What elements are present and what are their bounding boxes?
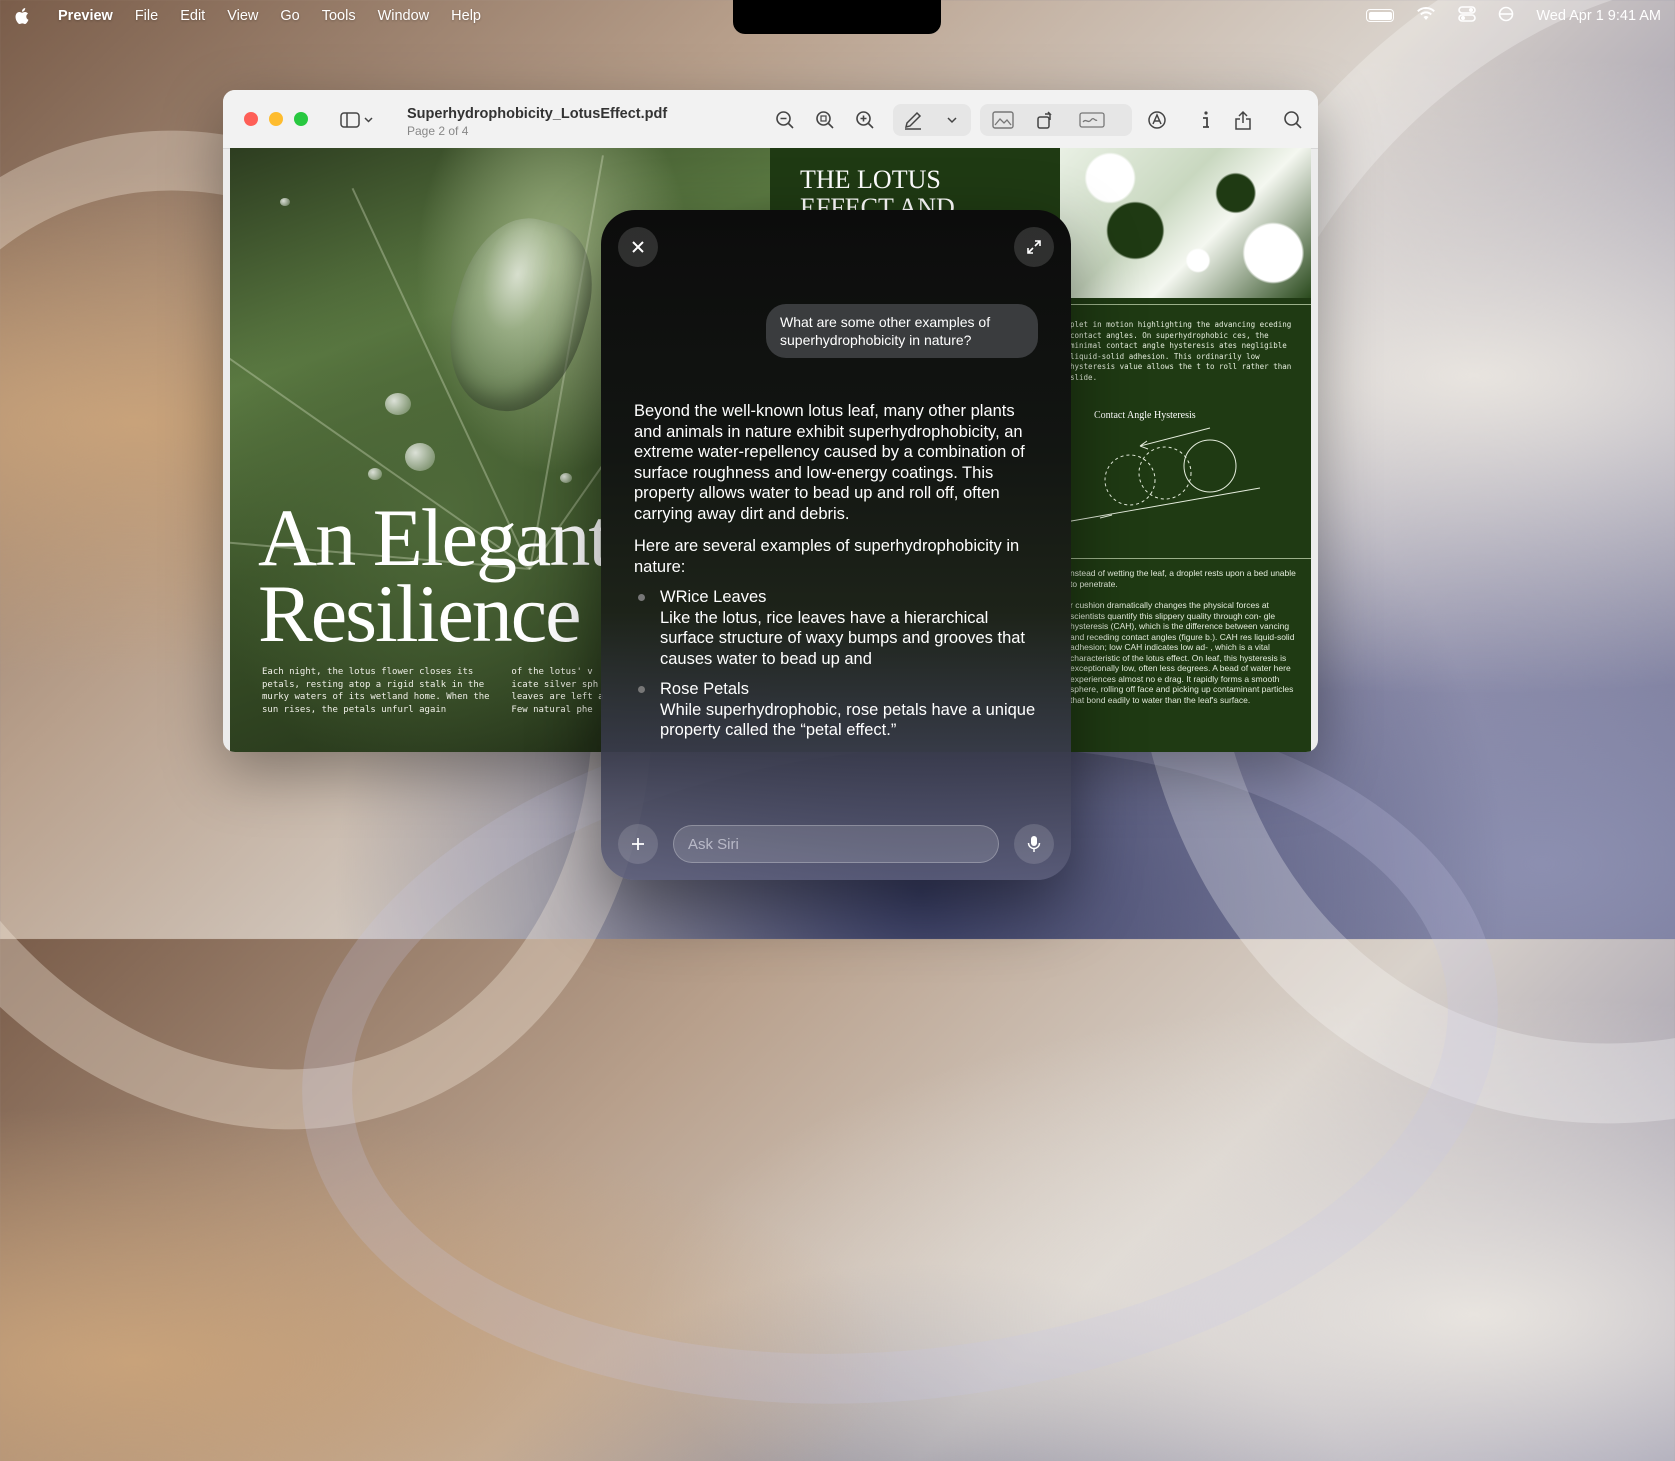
user-query-bubble: What are some other examples of superhyd… — [766, 304, 1038, 358]
chevron-down-icon — [363, 117, 373, 123]
menu-file[interactable]: File — [135, 8, 158, 24]
wifi-icon[interactable] — [1416, 6, 1436, 25]
body-text-top: plet in motion highlighting the advancin… — [1070, 320, 1292, 382]
camera-notch — [733, 0, 941, 34]
annotate-button[interactable] — [1140, 106, 1174, 134]
page-indicator: Page 2 of 4 — [407, 124, 469, 138]
image-adjust-icon — [992, 111, 1014, 129]
focus-icon[interactable] — [1498, 6, 1514, 26]
article-headline: An Elegant Resilience — [258, 492, 611, 659]
sign-icon — [1079, 112, 1105, 128]
expand-siri-button[interactable] — [1014, 227, 1054, 267]
menu-clock[interactable]: Wed Apr 1 9:41 AM — [1536, 8, 1661, 24]
close-window-button[interactable] — [244, 112, 258, 126]
control-center-icon[interactable] — [1458, 5, 1477, 26]
body-text-middle: nstead of wetting the leaf, a droplet re… — [1070, 568, 1296, 589]
apple-menu-icon[interactable] — [12, 7, 30, 25]
example-title: Rose Petals — [660, 680, 749, 698]
sidebar-icon — [339, 112, 360, 128]
info-icon — [1203, 111, 1209, 128]
bullet-icon — [638, 686, 645, 693]
menu-window[interactable]: Window — [378, 8, 430, 24]
list-item: Rose Petals While superhydrophobic, rose… — [634, 679, 1042, 741]
siri-panel: What are some other examples of superhyd… — [601, 210, 1071, 880]
zoom-fit-icon — [816, 111, 834, 129]
body-text-bottom: r cushion dramatically changes the physi… — [1070, 600, 1295, 705]
zoom-window-button[interactable] — [294, 112, 308, 126]
siri-response: Beyond the well-known lotus leaf, many o… — [634, 401, 1042, 741]
menu-view[interactable]: View — [227, 8, 258, 24]
battery-icon[interactable] — [1366, 9, 1395, 22]
window-titlebar: Superhydrophobicity_LotusEffect.pdf Page… — [223, 90, 1318, 149]
adjust-image-button[interactable] — [986, 106, 1020, 134]
plus-icon — [632, 838, 644, 850]
menu-edit[interactable]: Edit — [180, 8, 205, 24]
menu-app-name[interactable]: Preview — [58, 8, 113, 24]
menu-go[interactable]: Go — [280, 8, 299, 24]
example-title: WRice Leaves — [660, 588, 767, 606]
ask-siri-input[interactable] — [673, 825, 999, 863]
sign-button[interactable] — [1072, 106, 1112, 134]
menu-help[interactable]: Help — [451, 8, 481, 24]
zoom-in-icon — [856, 111, 874, 129]
status-area: Wed Apr 1 9:41 AM — [1366, 0, 1661, 31]
dictation-button[interactable] — [1014, 824, 1054, 864]
rotate-button[interactable] — [1028, 106, 1062, 134]
example-text: While superhydrophobic, rose petals have… — [660, 700, 1036, 740]
list-item: WRice Leaves Like the lotus, rice leaves… — [634, 587, 1042, 669]
markup-button[interactable] — [896, 106, 930, 134]
share-button[interactable] — [1226, 106, 1260, 134]
zoom-out-button[interactable] — [768, 106, 802, 134]
bullet-icon — [638, 594, 645, 601]
rotate-icon — [1037, 111, 1052, 129]
markup-pen-icon — [904, 111, 922, 130]
add-attachment-button[interactable] — [618, 824, 658, 864]
zoom-fit-button[interactable] — [808, 106, 842, 134]
document-title: Superhydrophobicity_LotusEffect.pdf — [407, 106, 668, 122]
zoom-out-icon — [776, 111, 794, 129]
minimize-window-button[interactable] — [269, 112, 283, 126]
menu-tools[interactable]: Tools — [322, 8, 356, 24]
search-button[interactable] — [1276, 106, 1310, 134]
contact-angle-diagram — [1060, 427, 1261, 524]
chevron-down-icon — [947, 116, 957, 123]
droplet-micrograph — [1060, 148, 1311, 298]
search-icon — [1284, 111, 1302, 129]
annotate-icon — [1148, 111, 1166, 129]
share-icon — [1235, 110, 1251, 130]
close-siri-button[interactable] — [618, 227, 658, 267]
close-icon — [632, 241, 644, 253]
microphone-icon — [1027, 836, 1041, 852]
water-droplet — [431, 204, 609, 427]
example-text: Like the lotus, rice leaves have a hiera… — [660, 608, 1026, 668]
response-intro: Beyond the well-known lotus leaf, many o… — [634, 402, 1025, 523]
sidebar-toggle-button[interactable] — [335, 107, 377, 133]
markup-options-button[interactable] — [935, 106, 969, 134]
response-intro-2: Here are several examples of superhydrop… — [634, 537, 1020, 576]
zoom-in-button[interactable] — [848, 106, 882, 134]
expand-icon — [1027, 240, 1041, 254]
info-button[interactable] — [1189, 106, 1223, 134]
